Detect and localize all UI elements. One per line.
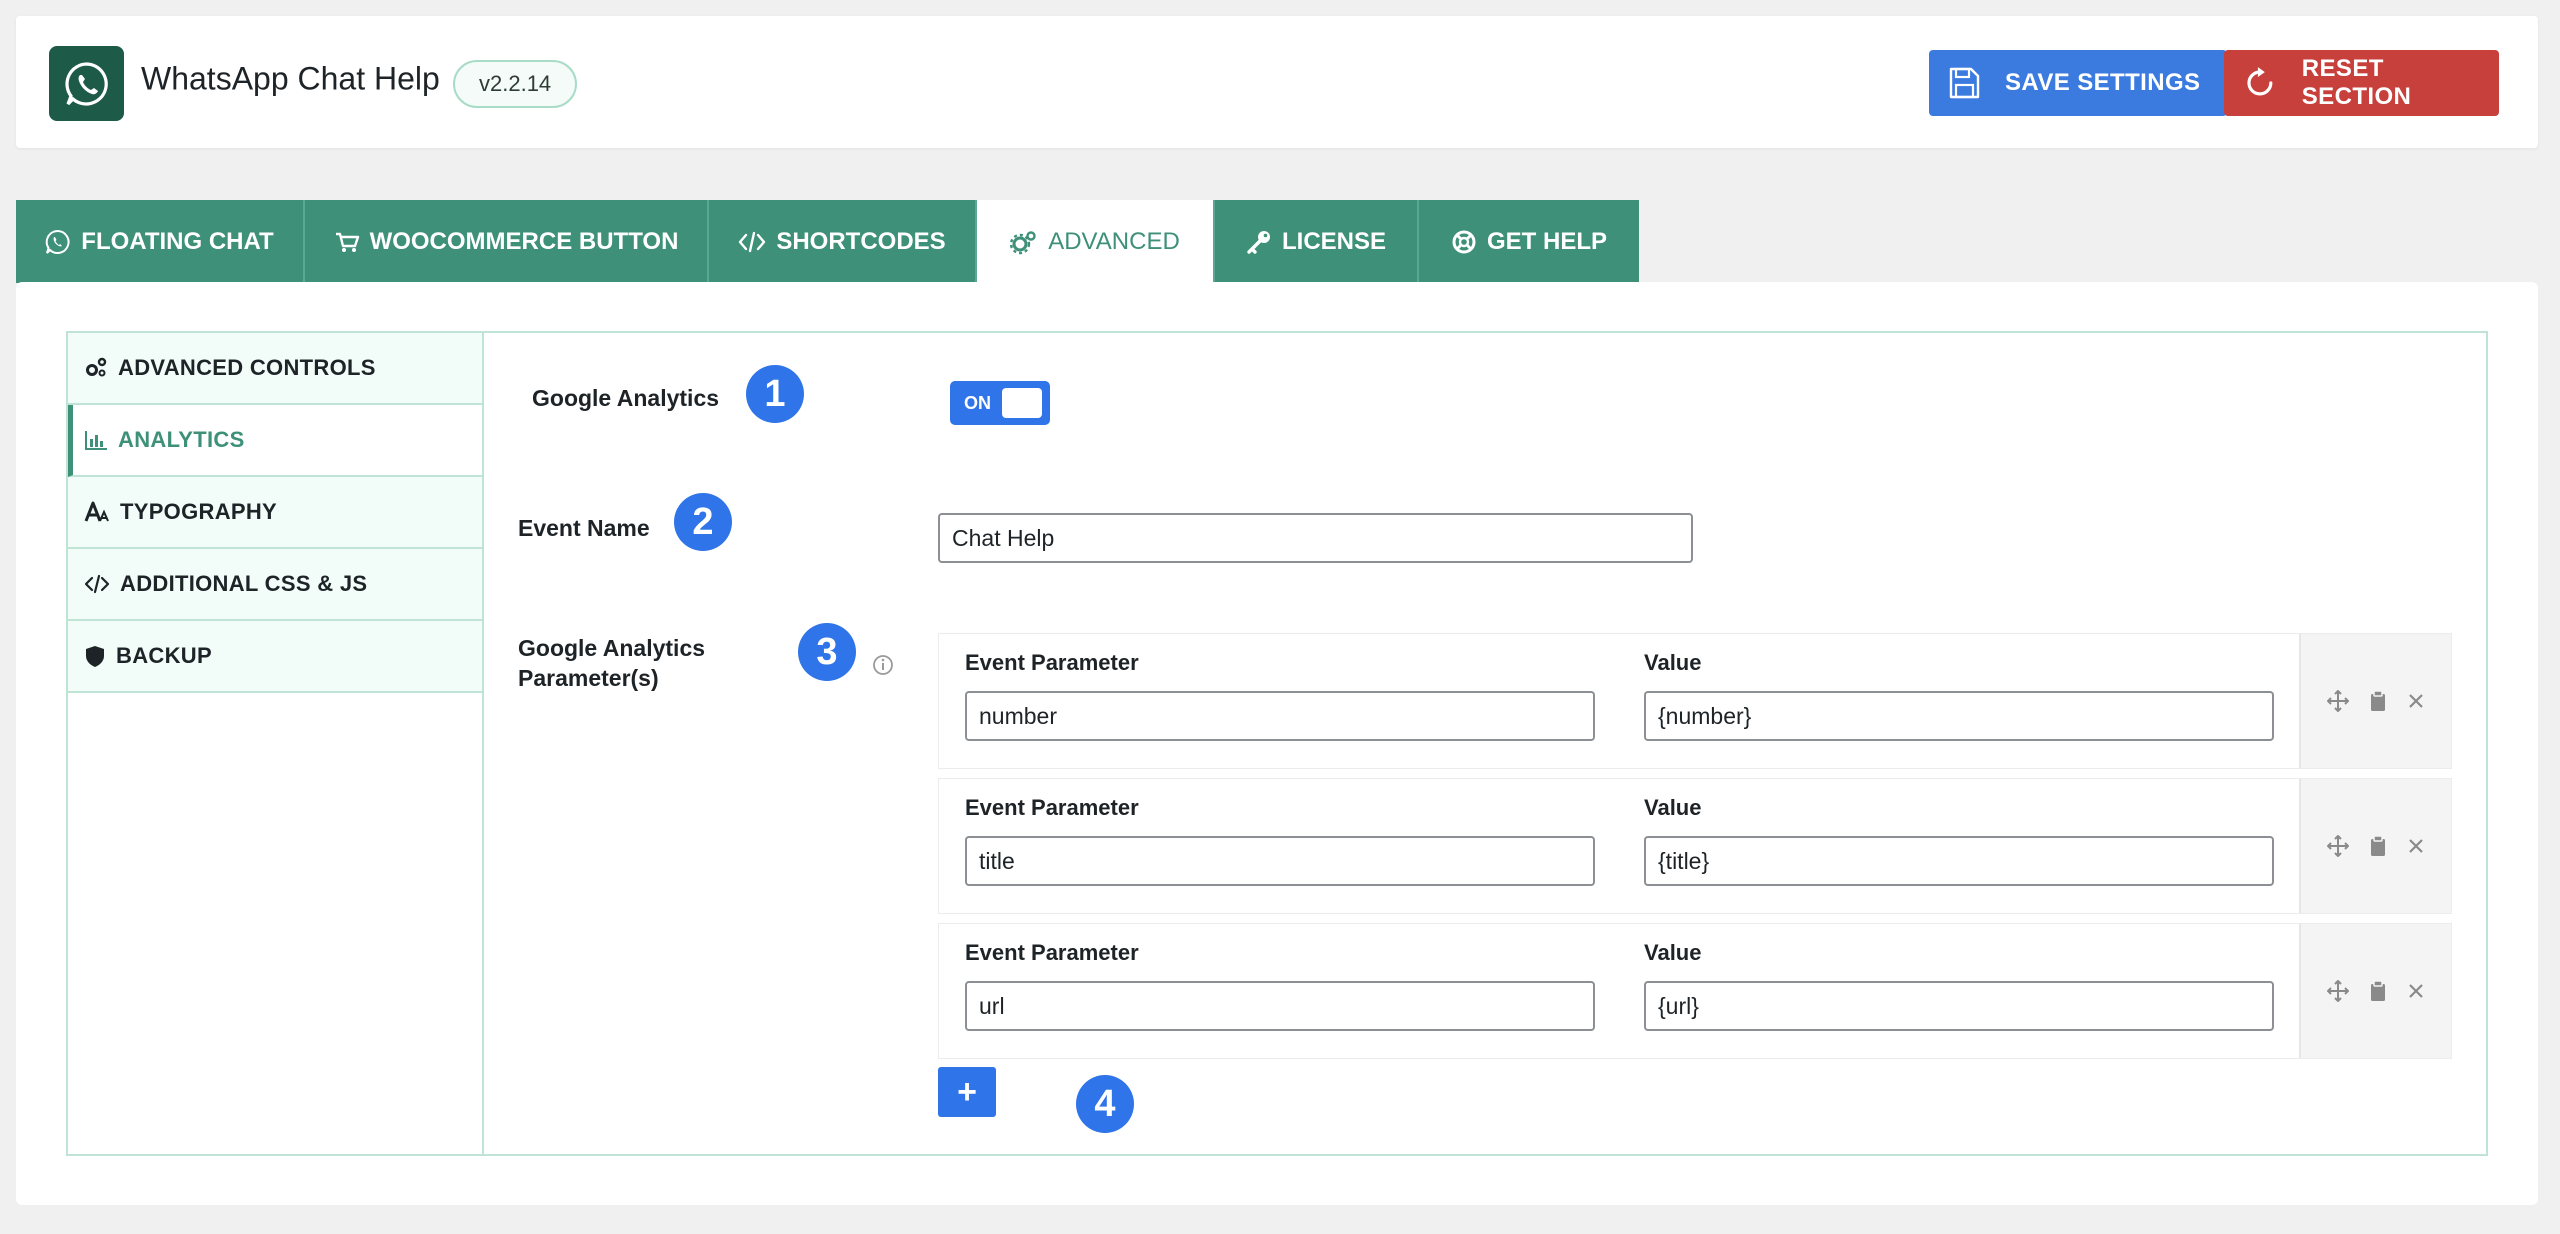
toggle-state: ON [964, 393, 991, 413]
move-icon[interactable] [2327, 980, 2349, 1002]
analytics-content: Google Analytics 1 ON Event Name 2 Chat … [484, 333, 2488, 1154]
tab-license[interactable]: LICENSE [1215, 200, 1419, 283]
shield-icon [86, 646, 104, 667]
tab-label: GET HELP [1486, 227, 1607, 255]
value-label: Value [1644, 940, 1702, 965]
param-row-body: Event Parameter title Value {title} [939, 779, 2299, 913]
event-name-input[interactable]: Chat Help [938, 513, 1693, 563]
clone-icon[interactable] [2369, 980, 2387, 1002]
sidebar-item-analytics[interactable]: ANALYTICS [68, 405, 482, 477]
tab-floating-chat[interactable]: FLOATING CHAT [16, 200, 305, 283]
tab-label: LICENSE [1281, 227, 1386, 255]
event-parameter-input[interactable]: url [965, 981, 1595, 1031]
step-badge: 2 [674, 493, 732, 551]
event-parameter-label: Event Parameter [965, 650, 1139, 675]
sidebar-item-label: TYPOGRAPHY [120, 499, 278, 524]
app-title: WhatsApp Chat Help [141, 60, 440, 97]
step-badge: 3 [798, 623, 856, 681]
event-parameter-label: Event Parameter [965, 940, 1139, 965]
tab-label: WOOCOMMERCE BUTTON [369, 227, 679, 255]
ga-params-label: Google Analytics Parameter(s) [518, 633, 705, 693]
param-row-actions [2299, 924, 2451, 1058]
tab-label: ADVANCED [1048, 227, 1180, 255]
sidebar-item-label: BACKUP [116, 643, 212, 668]
event-name-label: Event Name [518, 515, 650, 541]
param-row: Event Parameter number Value {number} [938, 633, 2452, 769]
code-icon [739, 231, 766, 252]
gears-icon [1010, 230, 1036, 254]
tab-shortcodes[interactable]: SHORTCODES [709, 200, 977, 283]
param-row-body: Event Parameter url Value {url} [939, 924, 2299, 1058]
value-input[interactable]: {url} [1644, 981, 2274, 1031]
font-icon [84, 501, 109, 522]
toggle-knob [1002, 388, 1042, 418]
step-badge: 4 [1076, 1075, 1134, 1133]
refresh-icon [2247, 67, 2273, 96]
value-input[interactable]: {number} [1644, 691, 2274, 741]
step-badge: 1 [746, 365, 804, 423]
move-icon[interactable] [2327, 690, 2349, 712]
lifering-icon [1452, 230, 1476, 253]
param-row: Event Parameter url Value {url} [938, 923, 2452, 1059]
move-icon[interactable] [2327, 835, 2349, 857]
close-icon[interactable] [2407, 837, 2425, 855]
close-icon[interactable] [2407, 982, 2425, 1000]
sidebar-item-advanced-controls[interactable]: ADVANCED CONTROLS [68, 333, 482, 405]
reset-section-label: RESET SECTION [2301, 55, 2412, 110]
tab-label: SHORTCODES [776, 227, 946, 255]
add-parameter-button[interactable]: + [938, 1067, 996, 1117]
sidebar-item-backup[interactable]: BACKUP [68, 621, 482, 693]
tab-advanced[interactable]: ADVANCED [977, 200, 1215, 283]
sidebar-item-additional-css-js[interactable]: ADDITIONAL CSS & JS [68, 549, 482, 621]
cart-icon [335, 232, 359, 252]
whatsapp-icon [64, 61, 108, 106]
param-row-actions [2299, 779, 2451, 913]
save-icon [1949, 67, 1980, 99]
whatsapp-icon [46, 229, 70, 254]
sidebar-item-label: ANALYTICS [118, 427, 245, 452]
version-badge: v2.2.14 [453, 60, 578, 108]
value-label: Value [1644, 650, 1702, 675]
tab-get-help[interactable]: GET HELP [1419, 200, 1639, 283]
sidebar-item-label: ADVANCED CONTROLS [118, 355, 376, 380]
ga-label: Google Analytics [532, 385, 720, 411]
value-input[interactable]: {title} [1644, 836, 2274, 886]
reset-section-button[interactable]: RESET SECTION [2224, 50, 2499, 116]
ga-params-label-line1: Google Analytics [518, 635, 706, 661]
code-icon [84, 574, 110, 594]
clone-icon[interactable] [2369, 690, 2387, 712]
save-settings-label: SAVE SETTINGS [2005, 69, 2201, 96]
bar-chart-icon [85, 431, 107, 450]
settings-inner: ADVANCED CONTROLS ANALYTICS TYPOGRAPHY A… [66, 331, 2488, 1156]
key-icon [1247, 230, 1270, 254]
param-row-actions [2299, 634, 2451, 768]
clone-icon[interactable] [2369, 835, 2387, 857]
sidebar-item-typography[interactable]: TYPOGRAPHY [68, 477, 482, 549]
gears-icon [86, 357, 107, 377]
app-header: WhatsApp Chat Help v2.2.14 SAVE SETTINGS… [16, 16, 2538, 148]
whatsapp-logo [49, 46, 124, 121]
main-tabs: FLOATING CHAT WOOCOMMERCE BUTTON SHORTCO… [16, 200, 1639, 283]
param-row: Event Parameter title Value {title} [938, 778, 2452, 914]
tab-woocommerce-button[interactable]: WOOCOMMERCE BUTTON [305, 200, 709, 283]
value-label: Value [1644, 795, 1702, 820]
ga-toggle[interactable]: ON [950, 381, 1050, 425]
info-icon[interactable] [872, 654, 894, 676]
event-parameter-input[interactable]: number [965, 691, 1595, 741]
settings-panel: ADVANCED CONTROLS ANALYTICS TYPOGRAPHY A… [16, 282, 2538, 1205]
sidebar: ADVANCED CONTROLS ANALYTICS TYPOGRAPHY A… [68, 333, 484, 1154]
param-row-body: Event Parameter number Value {number} [939, 634, 2299, 768]
save-settings-button[interactable]: SAVE SETTINGS [1929, 50, 2227, 116]
event-parameter-label: Event Parameter [965, 795, 1139, 820]
ga-params-label-line2: Parameter(s) [518, 665, 659, 691]
tab-label: FLOATING CHAT [81, 227, 274, 255]
sidebar-item-label: ADDITIONAL CSS & JS [120, 571, 368, 596]
close-icon[interactable] [2407, 692, 2425, 710]
event-parameter-input[interactable]: title [965, 836, 1595, 886]
